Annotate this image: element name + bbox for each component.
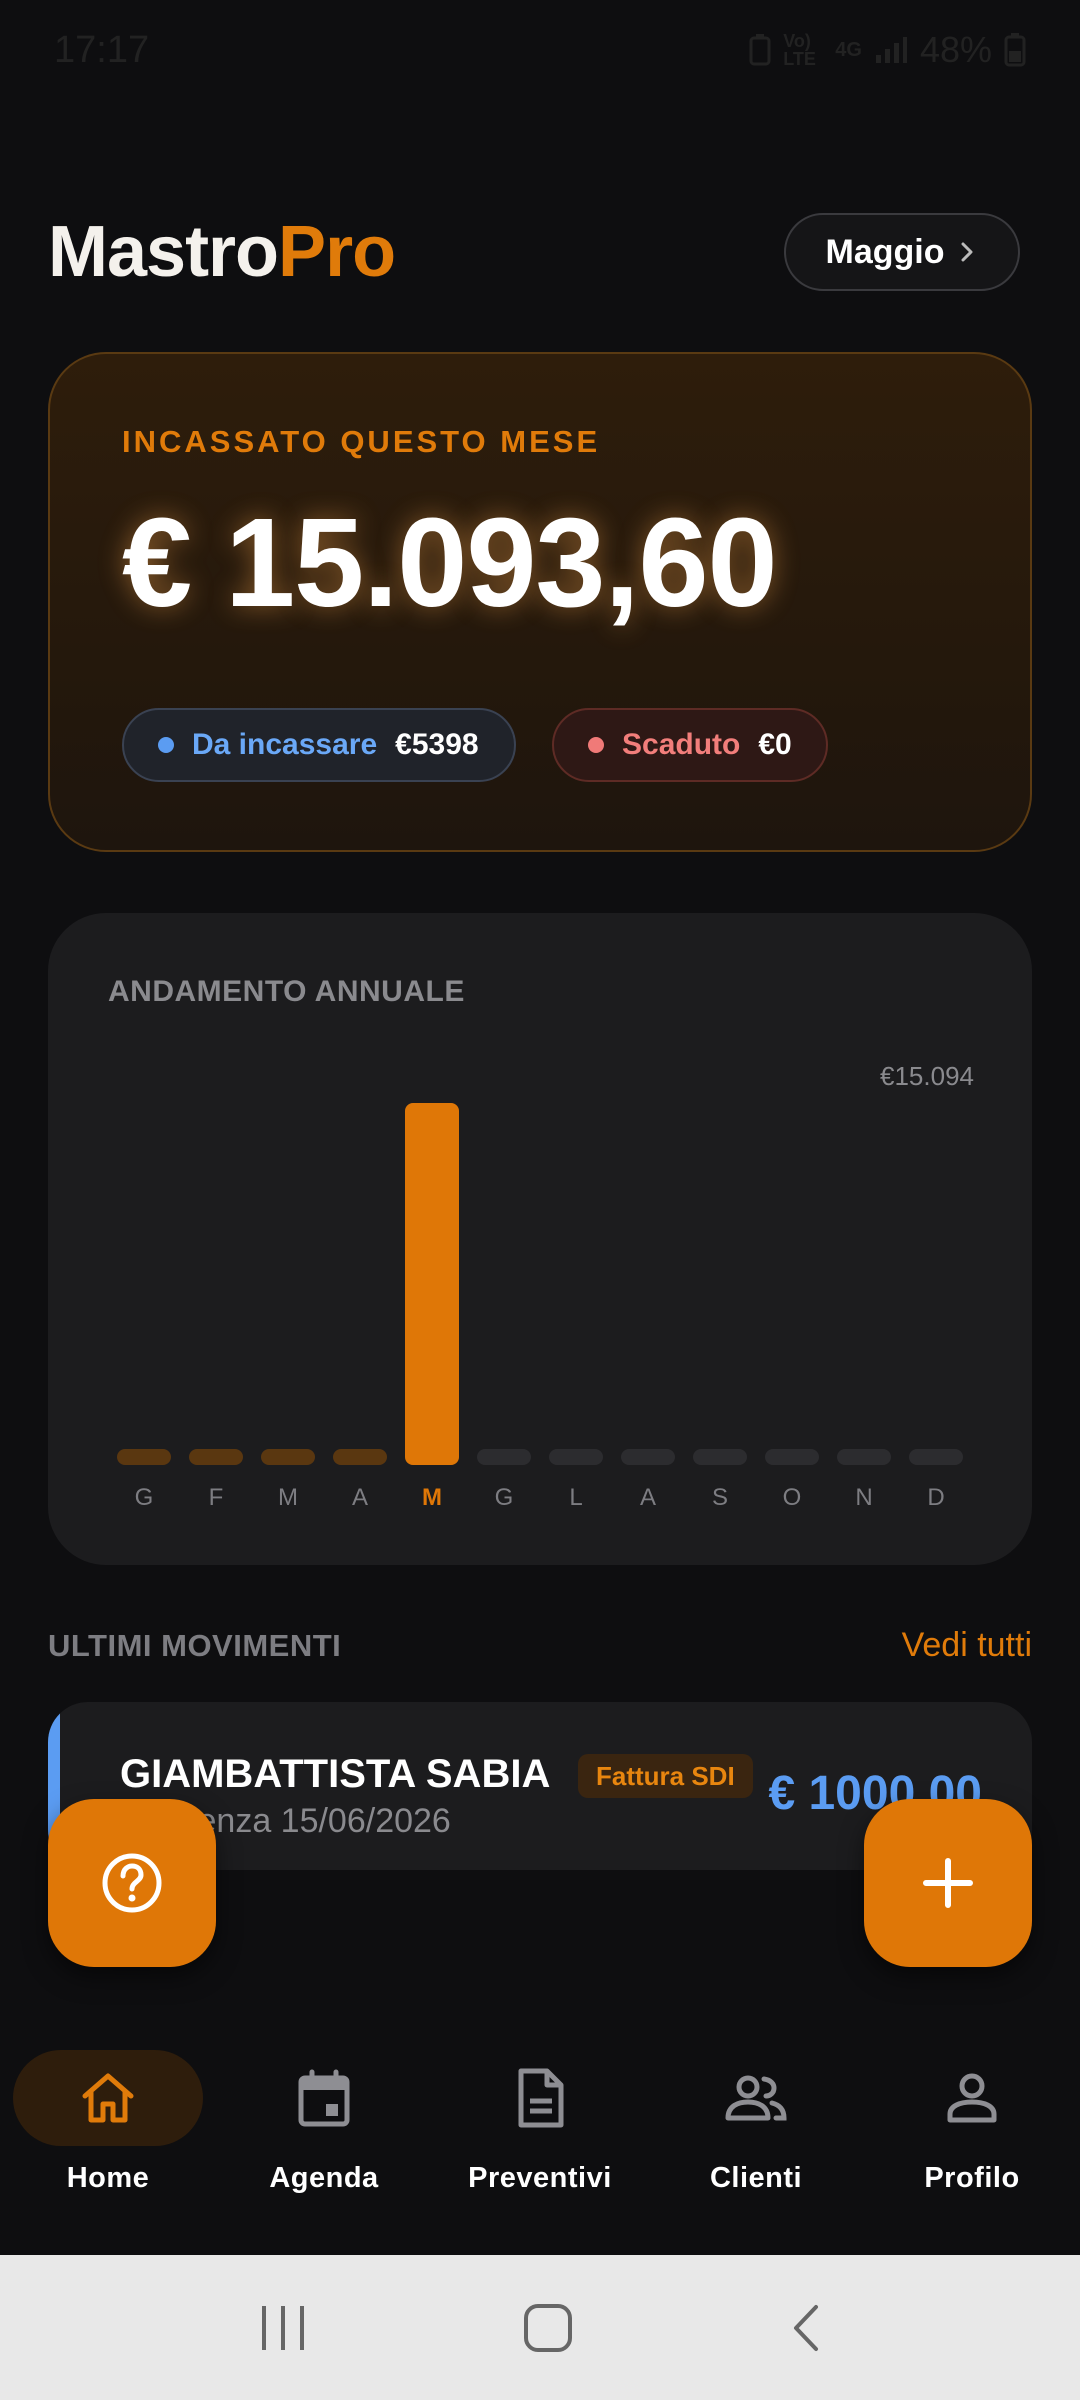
help-circle-icon <box>102 1853 162 1913</box>
pending-value: €5398 <box>395 728 479 761</box>
nav-item-clienti[interactable]: Clienti <box>648 2030 864 2255</box>
recent-apps-icon[interactable] <box>258 2304 308 2352</box>
nav-label-agenda: Agenda <box>269 2162 379 2194</box>
chart-bar[interactable] <box>621 1449 675 1465</box>
signal-icon <box>875 37 907 63</box>
overdue-label: Scaduto <box>622 728 741 761</box>
nav-icon-container <box>877 2050 1067 2146</box>
movement-type-badge: Fattura SDI <box>578 1754 753 1798</box>
nav-icon-container <box>661 2050 851 2146</box>
chart-tick-label: G <box>495 1484 514 1511</box>
annual-trend-card: ANDAMENTO ANNUALE €15.094 GFMAMGLASOND <box>48 913 1032 1565</box>
app-logo: MastroPro <box>48 211 396 293</box>
nav-icon-container <box>229 2050 419 2146</box>
chart-tick-label: N <box>855 1484 872 1511</box>
network-gen-label: 4G <box>835 38 862 61</box>
nav-item-home[interactable]: Home <box>0 2030 216 2255</box>
nav-label-preventivi: Preventivi <box>468 2162 612 2194</box>
see-all-link[interactable]: Vedi tutti <box>902 1626 1032 1665</box>
app-header: MastroPro Maggio <box>48 210 1020 294</box>
chart-bar[interactable] <box>261 1449 315 1465</box>
add-button[interactable] <box>864 1799 1032 1967</box>
document-icon <box>518 2068 564 2128</box>
status-time: 17:17 <box>54 28 150 71</box>
chart-bar[interactable] <box>549 1449 603 1465</box>
nav-label-clienti: Clienti <box>709 2162 803 2194</box>
chart-tick-label: L <box>569 1484 582 1511</box>
home-icon <box>82 2073 134 2123</box>
nav-item-preventivi[interactable]: Preventivi <box>432 2030 648 2255</box>
battery-icon <box>1004 33 1026 67</box>
chart-tick-label: A <box>640 1484 656 1511</box>
chart-tick-label: A <box>352 1484 368 1511</box>
logo-part-pro: Pro <box>278 212 396 292</box>
plus-icon <box>923 1858 973 1908</box>
logo-part-mastro: Mastro <box>48 212 279 292</box>
movements-title: ULTIMI MOVIMENTI <box>48 1627 342 1663</box>
income-amount: € 15.093,60 <box>122 492 778 633</box>
nav-icon-container <box>13 2050 203 2146</box>
chart-bar[interactable] <box>765 1449 819 1465</box>
month-label: Maggio <box>825 232 945 271</box>
month-selector-button[interactable]: Maggio <box>784 213 1020 291</box>
chart-bar[interactable] <box>333 1449 387 1465</box>
overdue-badge[interactable]: Scaduto €0 <box>552 708 828 782</box>
chart-tick-label: G <box>135 1484 154 1511</box>
bottom-navigation: Home Agenda Preventivi Clienti Profilo <box>0 2030 1080 2255</box>
chart-bar[interactable] <box>117 1449 171 1465</box>
pending-badge[interactable]: Da incassare €5398 <box>122 708 516 782</box>
battery-saver-icon <box>749 34 771 66</box>
nav-item-profilo[interactable]: Profilo <box>864 2030 1080 2255</box>
chart-tick-label: M <box>422 1484 442 1511</box>
battery-percent: 48% <box>919 29 992 70</box>
back-icon[interactable] <box>788 2303 822 2353</box>
chart-tick-label: F <box>209 1484 224 1511</box>
person-icon <box>947 2073 997 2123</box>
overdue-dot <box>588 737 604 753</box>
pending-dot <box>158 737 174 753</box>
chart-tick-label: S <box>712 1484 728 1511</box>
chart-bar[interactable] <box>405 1103 459 1465</box>
status-icons: Vo) LTE 4G 48% <box>749 29 1026 71</box>
chart-bar[interactable] <box>837 1449 891 1465</box>
system-navigation-bar <box>0 2255 1080 2400</box>
income-label: INCASSATO QUESTO MESE <box>122 424 601 459</box>
chart-tick-label: M <box>278 1484 298 1511</box>
chart-bar[interactable] <box>477 1449 531 1465</box>
nav-label-profilo: Profilo <box>924 2162 1020 2194</box>
nav-item-agenda[interactable]: Agenda <box>216 2030 432 2255</box>
help-button[interactable] <box>48 1799 216 1967</box>
income-summary-card: INCASSATO QUESTO MESE € 15.093,60 Da inc… <box>48 352 1032 852</box>
chart-bar[interactable] <box>909 1449 963 1465</box>
home-system-icon[interactable] <box>523 2303 573 2353</box>
network-label: Vo) LTE <box>783 31 816 69</box>
pending-label: Da incassare <box>192 728 378 761</box>
annual-bar-chart: GFMAMGLASOND <box>117 1103 963 1511</box>
movements-header: ULTIMI MOVIMENTI Vedi tutti <box>48 1626 1032 1665</box>
overdue-value: €0 <box>758 728 792 761</box>
movement-client-name: GIAMBATTISTA SABIA <box>120 1752 551 1796</box>
nav-icon-container <box>445 2050 635 2146</box>
nav-label-home: Home <box>66 2162 150 2194</box>
chart-bar[interactable] <box>693 1449 747 1465</box>
people-icon <box>725 2075 787 2121</box>
chart-tick-label: D <box>927 1484 944 1511</box>
calendar-icon <box>298 2069 350 2127</box>
status-bar: 17:17 Vo) LTE 4G 48% <box>0 0 1080 100</box>
chart-tick-label: O <box>783 1484 802 1511</box>
chart-bar[interactable] <box>189 1449 243 1465</box>
chevron-right-icon <box>961 242 973 262</box>
